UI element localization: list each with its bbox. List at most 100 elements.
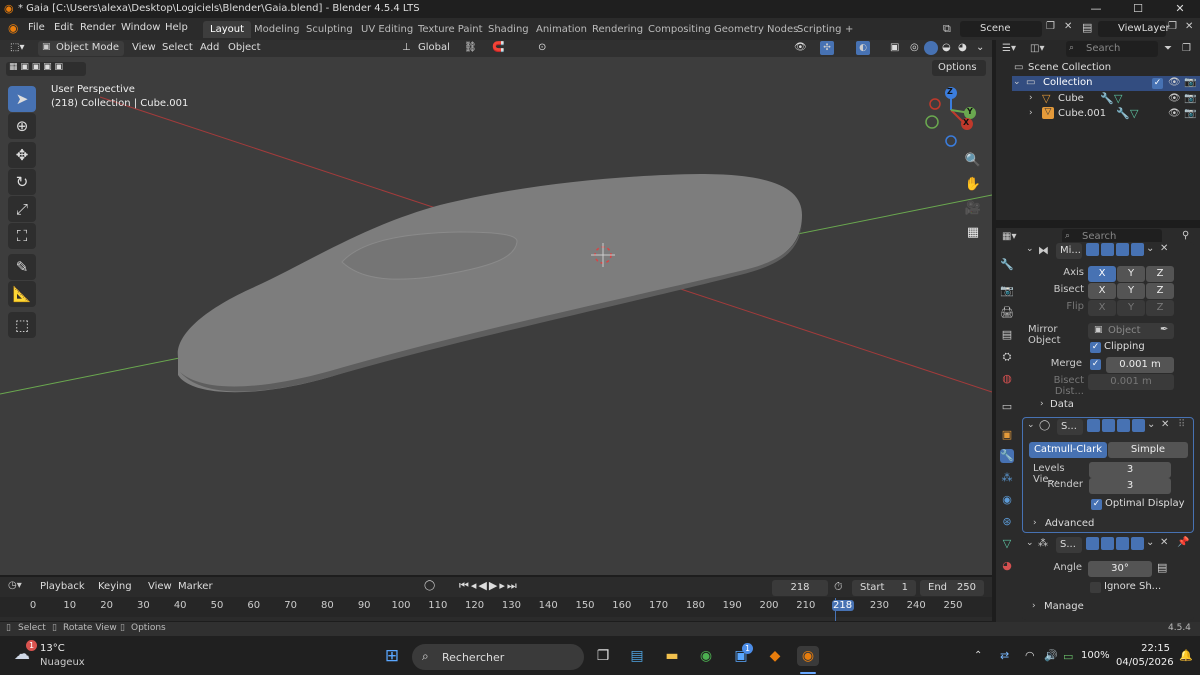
mirror-modifier-name[interactable]: Mi... [1056, 243, 1082, 259]
menu-object[interactable]: Object [228, 42, 261, 53]
flip-x-toggle[interactable]: X [1088, 300, 1116, 316]
collection-row[interactable]: ⌄ ▭ Collection ✓ 👁 📷 [1012, 76, 1200, 91]
menu-file[interactable]: File [28, 22, 45, 33]
measure-tool-icon[interactable]: 📐 [8, 281, 36, 307]
menu-add[interactable]: Add [200, 42, 219, 53]
notification-bell-icon[interactable]: 🔔 [1179, 649, 1193, 662]
wireframe-shading-icon[interactable]: ◎ [910, 42, 919, 53]
playback-menu[interactable]: Playback [40, 581, 85, 592]
modifier-visibility-toggles[interactable] [1086, 243, 1146, 259]
collection-visibility-icon[interactable]: 👁 [1168, 77, 1181, 88]
properties-editor-icon[interactable]: ▦▾ [1002, 231, 1016, 242]
maximize-button[interactable]: ☐ [1118, 0, 1158, 18]
weather-description[interactable]: Nuageux [40, 657, 85, 668]
mode-selector[interactable]: ▣ Object Mode [38, 41, 124, 56]
gizmo-y-label[interactable]: Y [967, 107, 973, 116]
menu-select[interactable]: Select [162, 42, 193, 53]
file-explorer-icon[interactable]: ▬ [661, 646, 683, 666]
outliner-editor-icon[interactable]: ☰▾ [1002, 43, 1016, 54]
tab-shading[interactable]: Shading [481, 21, 536, 38]
xray-toggle-icon[interactable]: ▣ [890, 42, 899, 53]
data-tab-icon[interactable]: ▽ [1000, 537, 1014, 551]
collapse-icon[interactable]: ⌄ [1026, 244, 1034, 254]
current-frame-field[interactable]: 218 [772, 580, 828, 596]
new-collection-icon[interactable]: ❐ [1182, 43, 1191, 54]
3d-viewport[interactable]: Z Y X User Perspective (218) Collection … [0, 57, 992, 575]
tray-app-icon[interactable]: ⇄ [1000, 649, 1009, 662]
bisect-x-toggle[interactable]: X [1088, 283, 1116, 299]
volume-icon[interactable]: 🔊 [1044, 649, 1058, 662]
stopwatch-icon[interactable]: ⏱ [834, 580, 843, 594]
drag-handle-icon[interactable]: ⠿ [1178, 419, 1185, 430]
remove-modifier-icon[interactable]: ✕ [1160, 243, 1168, 254]
solid-shading-icon[interactable] [924, 41, 938, 55]
pin-icon[interactable]: ⚲ [1182, 230, 1189, 241]
visibility-icon[interactable]: 👁 [794, 42, 807, 53]
taskbar-search-box[interactable]: ⌕ Rechercher [412, 644, 584, 670]
remove-modifier-icon[interactable]: ✕ [1161, 419, 1169, 430]
view-layer-selector[interactable]: ViewLayer [1098, 21, 1170, 37]
output-tab-icon[interactable]: 🖨 [1000, 306, 1014, 320]
angle-field[interactable]: 30° [1088, 561, 1152, 577]
new-scene-icon[interactable]: ❐ [1046, 21, 1055, 32]
keying-menu[interactable]: Keying [98, 581, 132, 592]
pivot-point-icon[interactable]: ⛓ [464, 42, 477, 53]
scale-tool-icon[interactable]: ⤢ [8, 196, 36, 222]
rotate-tool-icon[interactable]: ↻ [8, 169, 36, 195]
material-shading-icon[interactable]: ◒ [942, 42, 951, 53]
optimal-display-checkbox[interactable]: ✓ [1091, 499, 1102, 510]
physics-tab-icon[interactable]: ◉ [1000, 493, 1014, 507]
menu-render[interactable]: Render [80, 22, 116, 33]
levels-viewport-field[interactable]: 3 [1089, 462, 1171, 478]
axis-z-toggle[interactable]: Z [1146, 266, 1174, 282]
modifier-dropdown-icon[interactable]: ⌄ [1146, 243, 1154, 254]
filter-icon[interactable]: ⏷ [1164, 43, 1172, 54]
simple-toggle[interactable]: Simple [1108, 442, 1188, 458]
subdivision-modifier-name[interactable]: S... [1057, 419, 1083, 435]
expand-icon[interactable]: › [1029, 93, 1033, 103]
modifier-dropdown-icon[interactable]: ⌄ [1147, 419, 1155, 430]
inkscape-icon[interactable]: ◆ [764, 646, 786, 666]
manage-expand-icon[interactable]: › [1032, 601, 1036, 611]
remove-modifier-icon[interactable]: ✕ [1160, 537, 1168, 548]
expand-icon[interactable]: › [1029, 108, 1033, 118]
zoom-icon[interactable]: 🔍 [962, 149, 984, 171]
snap-icon[interactable]: 🧲 [492, 42, 504, 53]
menu-window[interactable]: Window [121, 22, 160, 33]
object-visibility-icon[interactable]: 👁 [1168, 93, 1181, 104]
new-view-layer-icon[interactable]: ❐ [1168, 21, 1177, 32]
gizmo-toggle-icon[interactable]: ✣ [820, 41, 834, 55]
data-subpanel-label[interactable]: Data [1050, 399, 1074, 410]
collection-exclude-checkbox[interactable]: ✓ [1152, 78, 1163, 89]
object-visibility-icon[interactable]: 👁 [1168, 108, 1181, 119]
shading-options-icon[interactable]: ⌄ [976, 42, 984, 53]
tab-modeling[interactable]: Modeling [247, 21, 307, 38]
pan-hand-icon[interactable]: ✋ [962, 173, 984, 195]
particles-tab-icon[interactable]: ⁂ [1000, 471, 1014, 485]
tab-texture-paint[interactable]: Texture Paint [411, 21, 490, 38]
outliner-row-cube-001[interactable]: › ▽ Cube.001 🔧 ▽ 👁 📷 [1012, 107, 1200, 122]
add-workspace-button[interactable]: + [838, 21, 860, 38]
world-tab-icon[interactable]: ◍ [1000, 372, 1014, 386]
chrome-icon[interactable]: ◉ [695, 646, 717, 666]
wifi-icon[interactable]: ◠ [1025, 649, 1035, 662]
bisect-distance-field[interactable]: 0.001 m [1088, 374, 1174, 390]
blender-menu-icon[interactable]: ◉ [8, 21, 18, 35]
modifier-visibility-toggles[interactable] [1086, 537, 1146, 553]
advanced-subpanel-label[interactable]: Advanced [1045, 518, 1094, 529]
object-render-icon[interactable]: 📷 [1184, 93, 1196, 104]
outliner-row-cube[interactable]: › ▽ Cube 🔧 ▽ 👁 📷 [1012, 92, 1200, 107]
proportional-edit-icon[interactable]: ⊙ [538, 42, 546, 53]
material-tab-icon[interactable]: ◕ [1000, 559, 1014, 573]
collection-render-icon[interactable]: 📷 [1184, 77, 1196, 88]
render-tab-icon[interactable]: 📷 [1000, 284, 1014, 298]
flip-y-toggle[interactable]: Y [1117, 300, 1145, 316]
gizmo-z-label[interactable]: Z [947, 87, 953, 96]
battery-icon[interactable]: ▭ [1063, 650, 1073, 663]
tool-tab-icon[interactable]: 🔧 [1000, 258, 1014, 272]
object-tab-icon[interactable]: ▣ [1000, 428, 1014, 442]
notepad-icon[interactable]: ▤ [626, 646, 648, 666]
collection-tab-icon[interactable]: ▭ [1000, 400, 1014, 414]
tab-layout[interactable]: Layout [203, 21, 251, 38]
ignore-sharp-checkbox[interactable] [1090, 582, 1101, 593]
